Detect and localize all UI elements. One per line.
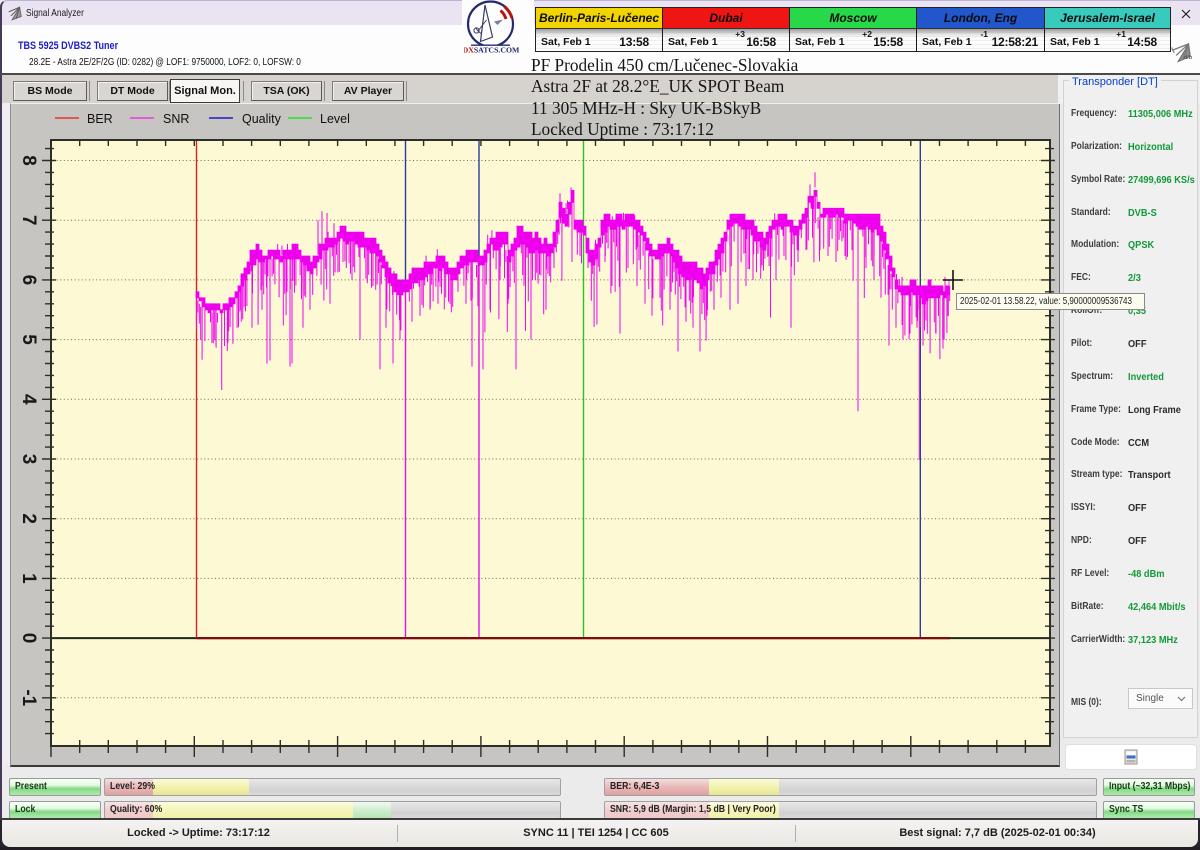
svg-text:Quality: Quality (242, 112, 282, 126)
svg-text:-1: -1 (18, 689, 39, 706)
svg-text:0: 0 (18, 633, 39, 644)
svg-text:Level: Level (320, 112, 350, 126)
svg-text:5: 5 (18, 334, 39, 345)
svg-text:2: 2 (18, 513, 39, 524)
svg-text:d/b: d/b (1184, 55, 1193, 61)
svg-text:8: 8 (18, 155, 39, 166)
svg-text:3: 3 (18, 454, 39, 465)
svg-text:6: 6 (18, 275, 39, 286)
svg-text:4: 4 (18, 394, 39, 405)
svg-text:BER: BER (87, 112, 113, 126)
svg-text:DXSATCS.COM: DXSATCS.COM (464, 46, 520, 55)
svg-text:1: 1 (18, 573, 39, 584)
svg-text:7: 7 (18, 215, 39, 226)
svg-text:SNR: SNR (163, 112, 189, 126)
